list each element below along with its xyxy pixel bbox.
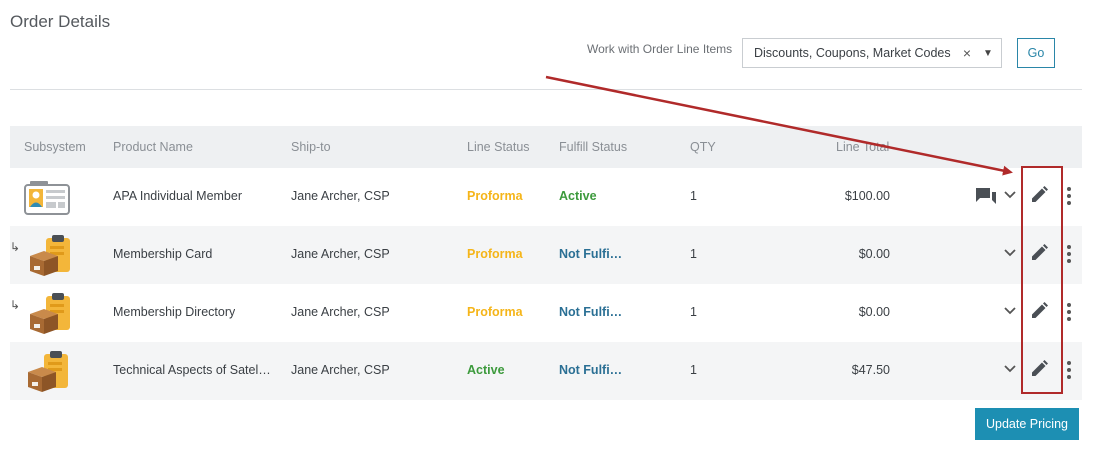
header-line-status: Line Status (467, 140, 530, 154)
membership-badge-icon (24, 174, 70, 220)
more-vertical-icon[interactable] (1066, 186, 1072, 206)
clipboard-box-icon (26, 290, 72, 336)
product-name: Membership Card (113, 247, 213, 261)
ship-to: Jane Archer, CSP (291, 305, 390, 319)
line-status: Proforma (467, 189, 523, 203)
ship-to: Jane Archer, CSP (291, 189, 390, 203)
header-qty: QTY (690, 140, 716, 154)
header-fulfill-status: Fulfill Status (559, 140, 628, 154)
annotation-highlight-box (1021, 166, 1063, 394)
fulfill-status: Not Fulfi… (559, 247, 623, 261)
chevron-down-icon[interactable] (1002, 244, 1018, 260)
line-total: $0.00 (858, 247, 890, 261)
caret-down-icon[interactable]: ▼ (975, 48, 1001, 59)
table-row[interactable]: Technical Aspects of Satel… Jane Archer,… (10, 342, 1082, 400)
table-header: Subsystem Product Name Ship-to Line Stat… (10, 126, 1082, 168)
chevron-down-icon[interactable] (1002, 186, 1018, 202)
update-pricing-button[interactable]: Update Pricing (975, 408, 1079, 440)
more-vertical-icon[interactable] (1066, 360, 1072, 380)
table-row[interactable]: ↳ Membership Directory Jane Archer, CSP … (10, 284, 1082, 342)
clear-icon[interactable]: × (959, 45, 975, 61)
product-name: Membership Directory (113, 305, 236, 319)
more-vertical-icon[interactable] (1066, 244, 1072, 264)
qty: 1 (690, 363, 697, 377)
more-vertical-icon[interactable] (1066, 302, 1072, 322)
select-value: Discounts, Coupons, Market Codes (754, 46, 951, 60)
line-items-select[interactable]: Discounts, Coupons, Market Codes × ▼ (742, 38, 1002, 68)
qty: 1 (690, 305, 697, 319)
qty: 1 (690, 189, 697, 203)
table-row[interactable]: ↳ Membership Card Jane Archer, CSP Profo… (10, 226, 1082, 284)
chevron-down-icon[interactable] (1002, 302, 1018, 318)
fulfill-status: Not Fulfi… (559, 305, 623, 319)
header-ship-to: Ship-to (291, 140, 331, 154)
line-total: $47.50 (851, 363, 890, 377)
header-divider (10, 89, 1082, 90)
fulfill-status: Not Fulfi… (559, 363, 623, 377)
comment-icon[interactable] (975, 187, 997, 207)
line-status: Active (467, 363, 505, 377)
page-title: Order Details (10, 12, 111, 31)
line-total: $100.00 (844, 189, 890, 203)
work-with-label: Work with Order Line Items (587, 42, 733, 56)
line-status: Proforma (467, 247, 523, 261)
fulfill-status: Active (559, 189, 597, 203)
go-button[interactable]: Go (1017, 38, 1055, 68)
header-subsystem: Subsystem (24, 140, 86, 154)
child-arrow-icon: ↳ (10, 240, 21, 254)
child-arrow-icon: ↳ (10, 298, 21, 312)
clipboard-box-icon (24, 348, 70, 394)
chevron-down-icon[interactable] (1002, 360, 1018, 376)
line-status: Proforma (467, 305, 523, 319)
line-total: $0.00 (858, 305, 890, 319)
product-name: Technical Aspects of Satel… (113, 363, 271, 377)
ship-to: Jane Archer, CSP (291, 247, 390, 261)
product-name: APA Individual Member (113, 189, 242, 203)
order-lines-table: Subsystem Product Name Ship-to Line Stat… (10, 126, 1082, 400)
header-product-name: Product Name (113, 140, 193, 154)
qty: 1 (690, 247, 697, 261)
clipboard-box-icon (26, 232, 72, 278)
table-row[interactable]: APA Individual Member Jane Archer, CSP P… (10, 168, 1082, 226)
ship-to: Jane Archer, CSP (291, 363, 390, 377)
header-line-total: Line Total (836, 140, 890, 154)
